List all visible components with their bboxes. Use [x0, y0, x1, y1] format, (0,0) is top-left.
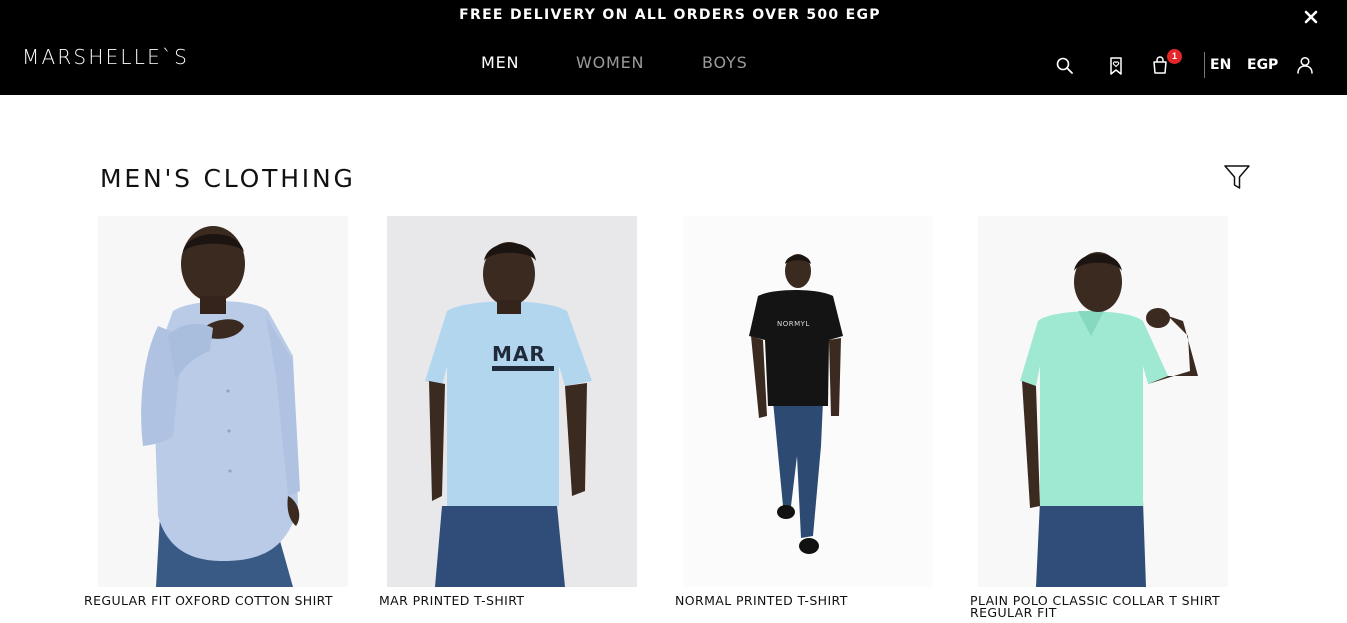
product-image[interactable]: NORMYL [683, 216, 933, 587]
site-header: FREE DELIVERY ON ALL ORDERS OVER 500 EGP… [0, 0, 1347, 95]
product-image[interactable]: MAR [387, 216, 637, 587]
nav-men[interactable]: MEN [481, 53, 519, 72]
page-title: MEN'S CLOTHING [100, 164, 356, 193]
nav-women[interactable]: WOMEN [576, 53, 644, 72]
filter-icon[interactable] [1223, 163, 1251, 191]
product-name[interactable]: REGULAR FIT OXFORD COTTON SHIRT [84, 594, 354, 607]
search-icon[interactable] [1055, 56, 1075, 76]
svg-text:MAR: MAR [492, 342, 546, 366]
header-divider [1204, 52, 1205, 78]
user-icon[interactable] [1295, 55, 1315, 75]
product-image[interactable] [98, 216, 348, 587]
promo-banner-text: FREE DELIVERY ON ALL ORDERS OVER 500 EGP [459, 7, 881, 23]
product-name[interactable]: NORMAL PRINTED T-SHIRT [675, 594, 935, 607]
product-image[interactable] [978, 216, 1228, 587]
language-switch[interactable]: EN [1210, 57, 1231, 73]
nav-boys[interactable]: BOYS [702, 53, 748, 72]
wishlist-icon[interactable] [1106, 56, 1126, 76]
product-name[interactable]: MAR PRINTED T-SHIRT [379, 594, 639, 607]
site-logo[interactable]: MARSHELLE`S [22, 45, 189, 69]
product-name[interactable]: PLAIN POLO CLASSIC COLLAR T SHIRT REGULA… [970, 594, 1232, 619]
cart-count-badge: 1 [1167, 49, 1182, 64]
svg-text:NORMYL: NORMYL [777, 320, 810, 328]
currency-switch[interactable]: EGP [1247, 57, 1278, 73]
close-icon[interactable] [1303, 9, 1319, 25]
